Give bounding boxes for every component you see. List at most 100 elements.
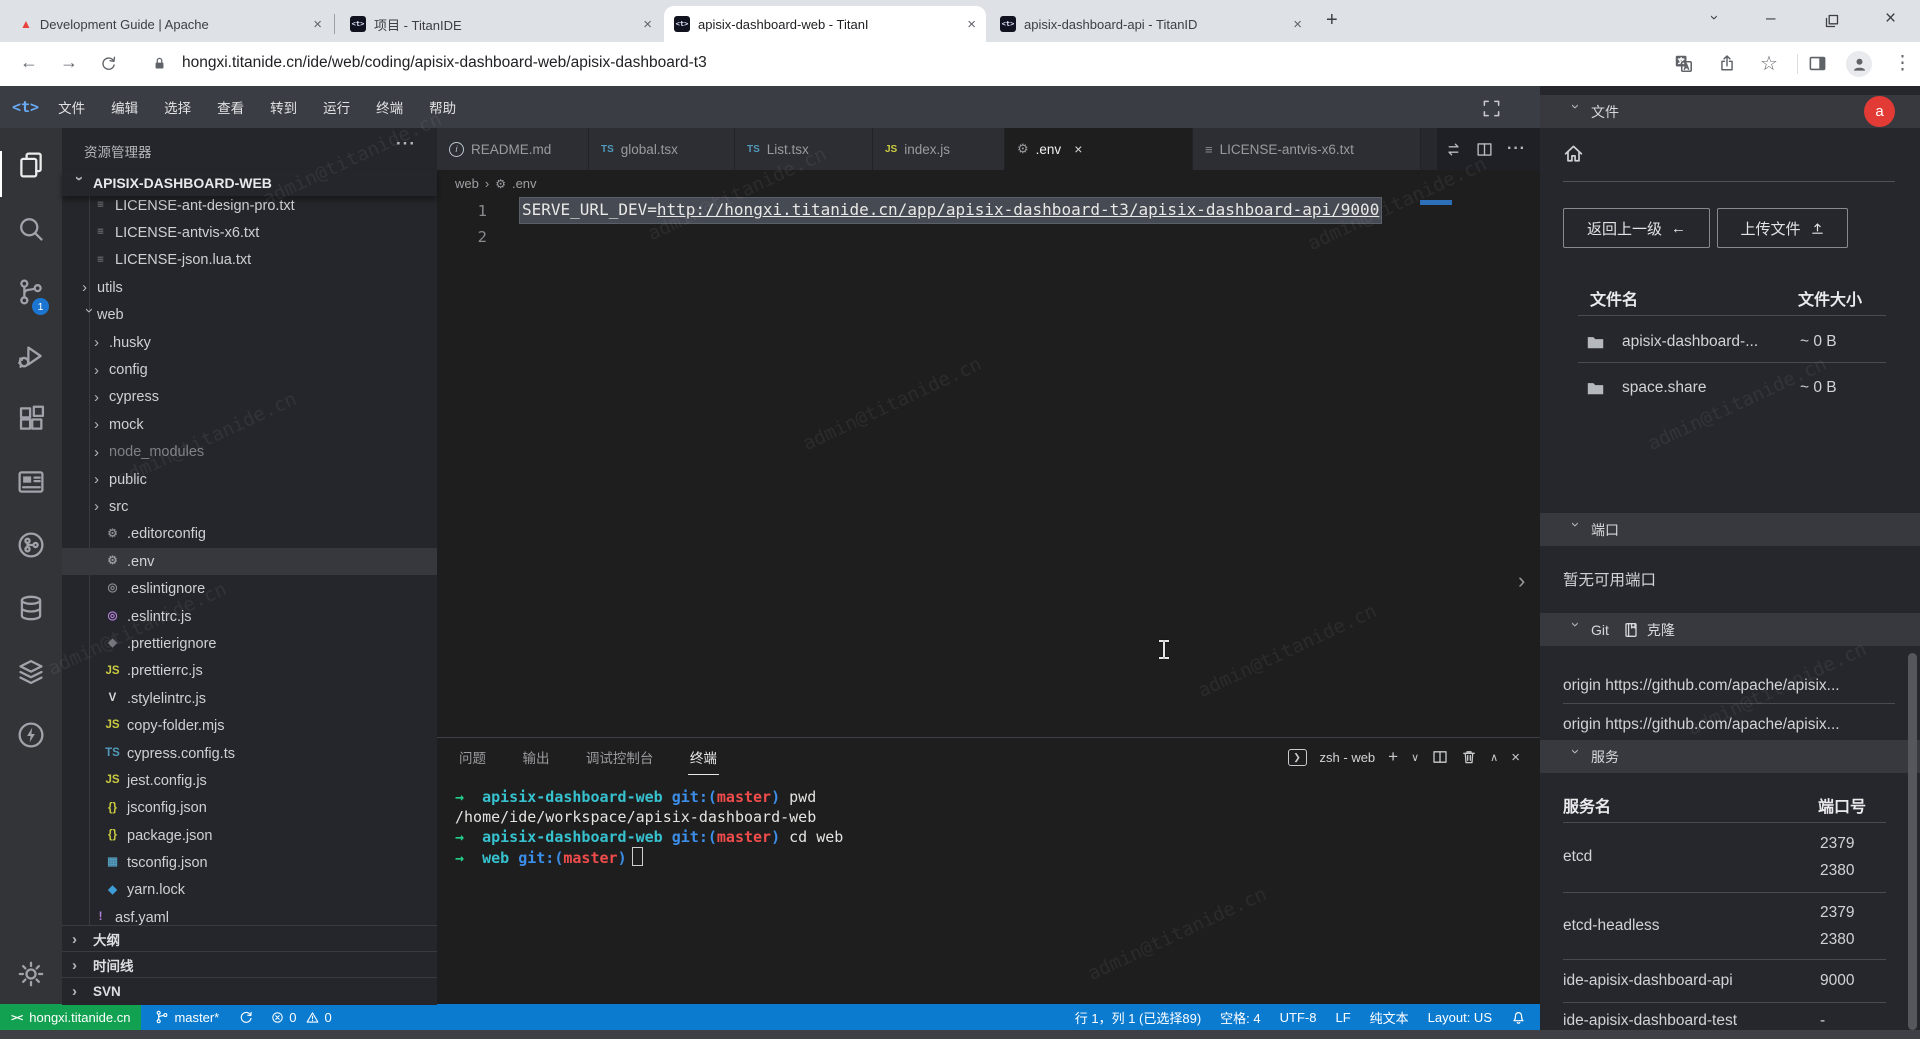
tree-item[interactable]: › cypress	[62, 384, 437, 411]
files-section-header[interactable]: › 文件	[1540, 95, 1920, 128]
browser-tab-dashboard-api[interactable]: <t> apisix-dashboard-api - TitanID ×	[990, 6, 1312, 42]
forward-button[interactable]: →	[60, 52, 78, 73]
timeline-section[interactable]: › 时间线	[62, 951, 437, 978]
panel-tab-problems[interactable]: 问题	[457, 738, 488, 774]
tree-item[interactable]: ≡ LICENSE-ant-design-pro.txt	[62, 192, 437, 219]
file-row-name[interactable]: apisix-dashboard-...	[1622, 333, 1758, 351]
panel-tab-output[interactable]: 输出	[520, 738, 551, 774]
tree-item[interactable]: {} jsconfig.json	[62, 795, 437, 822]
cursor-position[interactable]: 行 1，列 1 (已选择89)	[1075, 1008, 1201, 1027]
git-section-header[interactable]: › Git 克隆	[1540, 613, 1920, 646]
refresh-button[interactable]	[100, 55, 117, 72]
preview-panel-icon[interactable]	[17, 468, 45, 496]
file-row-name[interactable]: space.share	[1622, 379, 1706, 397]
tree-item[interactable]: › utils	[62, 274, 437, 301]
menu-item[interactable]: 终端	[363, 97, 416, 117]
tab-search-chevron-icon[interactable]: ›	[1706, 15, 1723, 20]
menu-item[interactable]: 帮助	[416, 97, 469, 117]
remote-indicator[interactable]: >< hongxi.titanide.cn	[0, 1004, 141, 1030]
tree-item[interactable]: ◎ .eslintrc.js	[62, 603, 437, 630]
lightning-icon[interactable]	[17, 721, 45, 749]
extensions-icon[interactable]	[17, 405, 45, 433]
new-terminal-button[interactable]: +	[1388, 747, 1398, 767]
indentation[interactable]: 空格: 4	[1220, 1008, 1260, 1027]
shell-selector[interactable]: zsh - web	[1320, 750, 1376, 765]
tab-close-icon[interactable]: ×	[313, 16, 322, 33]
tree-item[interactable]: ◎ .eslintignore	[62, 575, 437, 602]
editor-tab-index-js[interactable]: JS index.js	[873, 128, 1005, 170]
editor-tab-env[interactable]: ⚙ .env ×	[1005, 128, 1193, 170]
layers-icon[interactable]	[17, 658, 45, 686]
tree-item[interactable]: › src	[62, 493, 437, 520]
env-var-url-link[interactable]: http://hongxi.titanide.cn/app/apisix-das…	[657, 200, 1379, 219]
language-mode[interactable]: 纯文本	[1370, 1008, 1409, 1027]
settings-gear-icon[interactable]	[17, 960, 45, 988]
tree-item[interactable]: ! asf.yaml	[62, 904, 437, 925]
svn-section[interactable]: › SVN	[62, 977, 437, 1005]
tree-item[interactable]: JS copy-folder.mjs	[62, 712, 437, 739]
menu-item[interactable]: 文件	[45, 97, 98, 117]
upload-file-button[interactable]: 上传文件	[1717, 208, 1848, 248]
back-button[interactable]: ←	[20, 52, 38, 73]
tab-close-icon[interactable]: ×	[1293, 16, 1302, 33]
split-terminal-icon[interactable]	[1432, 749, 1448, 765]
tree-item[interactable]: ⚙ .env	[62, 548, 437, 575]
tree-item[interactable]: ⚙ .editorconfig	[62, 521, 437, 548]
run-debug-icon[interactable]	[17, 342, 45, 370]
panel-tab-terminal[interactable]: 终端	[688, 738, 719, 775]
scrollbar-thumb[interactable]	[1908, 653, 1917, 1030]
breadcrumb-folder[interactable]: web	[455, 176, 479, 191]
service-name[interactable]: etcd-headless	[1563, 917, 1660, 935]
tree-item[interactable]: › node_modules	[62, 439, 437, 466]
user-avatar[interactable]: a	[1864, 96, 1895, 127]
tree-item[interactable]: {} package.json	[62, 822, 437, 849]
bookmark-star-icon[interactable]: ☆	[1760, 51, 1778, 76]
tree-item[interactable]: › .husky	[62, 329, 437, 356]
menu-item[interactable]: 查看	[204, 97, 257, 117]
bell-icon[interactable]	[1511, 1010, 1526, 1025]
eol-sequence[interactable]: LF	[1335, 1010, 1350, 1025]
tree-item[interactable]: TS cypress.config.ts	[62, 740, 437, 767]
split-editor-icon[interactable]	[1476, 141, 1493, 158]
clone-label[interactable]: 克隆	[1647, 620, 1675, 640]
explorer-icon[interactable]	[17, 151, 45, 179]
tree-item[interactable]: › web	[62, 302, 437, 329]
address-bar[interactable]: hongxi.titanide.cn/ide/web/coding/apisix…	[182, 54, 707, 72]
editor-tab-license[interactable]: ≡ LICENSE-antvis-x6.txt	[1193, 128, 1421, 170]
window-restore-button[interactable]	[1824, 13, 1840, 29]
browser-menu-kebab-icon[interactable]: ⋮	[1893, 52, 1912, 75]
terminal[interactable]: → apisix-dashboard-web git:(master) pwd …	[437, 775, 1540, 868]
fullscreen-icon[interactable]	[1482, 99, 1501, 118]
database-icon[interactable]	[17, 594, 45, 622]
tab-close-icon[interactable]: ×	[967, 16, 976, 33]
tree-item[interactable]: › mock	[62, 411, 437, 438]
services-section-header[interactable]: › 服务	[1540, 740, 1920, 773]
tree-item[interactable]: ▦ tsconfig.json	[62, 849, 437, 876]
encoding[interactable]: UTF-8	[1280, 1010, 1317, 1025]
git-branch-status[interactable]: master*	[155, 1010, 219, 1025]
browser-tab-project[interactable]: <t> 项目 - TitanIDE ×	[340, 6, 662, 42]
git-remote[interactable]: origin https://github.com/apache/apisix.…	[1563, 677, 1895, 695]
tab-close-icon[interactable]: ×	[643, 16, 652, 33]
kill-terminal-trash-icon[interactable]	[1461, 749, 1477, 765]
home-icon[interactable]	[1563, 143, 1584, 164]
editor-tab-list-tsx[interactable]: TS List.tsx	[735, 128, 873, 170]
ports-section-header[interactable]: › 端口	[1540, 513, 1920, 546]
tree-item[interactable]: ≡ LICENSE-antvis-x6.txt	[62, 219, 437, 246]
terminal-dropdown-chevron-icon[interactable]: ∨	[1411, 751, 1419, 764]
menu-item[interactable]: 编辑	[98, 97, 151, 117]
service-name[interactable]: ide-apisix-dashboard-test	[1563, 1012, 1737, 1030]
tree-item[interactable]: ◆ .prettierignore	[62, 630, 437, 657]
go-up-button[interactable]: 返回上一级 ←	[1563, 208, 1710, 248]
close-panel-icon[interactable]: ×	[1511, 749, 1520, 766]
translate-icon[interactable]	[1674, 54, 1693, 73]
editor-tab-readme[interactable]: i README.md	[437, 128, 589, 170]
more-actions-icon[interactable]: ···	[1507, 140, 1526, 158]
code-line-1[interactable]: SERVE_URL_DEV=http://hongxi.titanide.cn/…	[522, 197, 1379, 223]
profile-avatar[interactable]	[1846, 51, 1872, 77]
compare-changes-icon[interactable]	[1445, 141, 1462, 158]
new-tab-button[interactable]: +	[1326, 9, 1338, 32]
panel-expand-chevron-icon[interactable]: ›	[1518, 568, 1525, 594]
tree-item[interactable]: › public	[62, 466, 437, 493]
menu-item[interactable]: 转到	[257, 97, 310, 117]
